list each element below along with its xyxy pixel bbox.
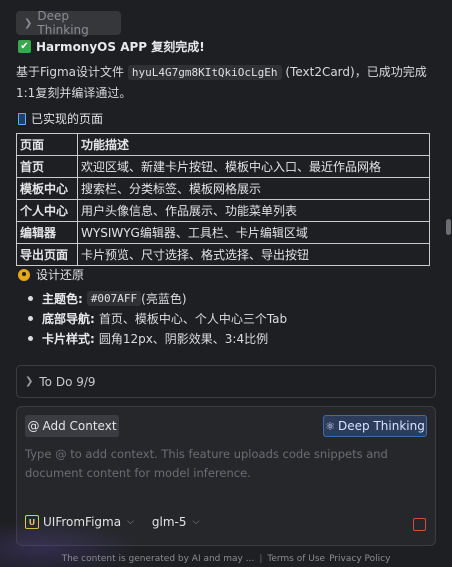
table-row: 首页 欢迎区域、新建卡片按钮、模板中心入口、最近作品网格 [16, 155, 430, 178]
table-header-page: 页面 [16, 133, 78, 156]
table-row: 导出页面 卡片预览、尺寸选择、格式选择、导出按钮 [16, 243, 430, 266]
table-cell-description: 搜索栏、分类标签、模板网格展示 [77, 177, 430, 200]
theme-color-code: #007AFF [86, 290, 142, 306]
scrollbar-thumb[interactable] [446, 219, 451, 235]
model-selector[interactable]: glm-5 ⌵ [152, 515, 199, 529]
at-sign-icon: @ [27, 419, 40, 433]
deep-thinking-button[interactable]: ⚛ Deep Thinking [323, 415, 427, 437]
chat-scroll-area[interactable]: ❯ Deep Thinking ✔ HarmonyOS APP 复刻完成! 基于… [0, 0, 452, 360]
atom-icon: ⚛ [325, 419, 336, 433]
model-name: glm-5 [151, 515, 187, 529]
palette-icon [18, 268, 30, 281]
completion-heading: ✔ HarmonyOS APP 复刻完成! [18, 38, 205, 55]
intro-paragraph: 基于Figma设计文件 hyuL4G7gm8KItQkiOcLgEh (Text… [16, 62, 440, 103]
table-cell-description: 欢迎区域、新建卡片按钮、模板中心入口、最近作品网格 [77, 155, 430, 178]
list-item: 主题色: #007AFF (亮蓝色) [28, 288, 287, 308]
deep-thinking-toggle[interactable]: ❯ Deep Thinking [16, 9, 121, 37]
pages-section-title: 已实现的页面 [16, 110, 103, 127]
table-cell-description: WYSIWYG编辑器、工具栏、卡片编辑区域 [77, 221, 430, 244]
bullet-text: 圆角12px、阴影效果、3:4比例 [98, 331, 269, 346]
chevron-down-icon: ⌵ [192, 517, 200, 527]
design-bullet-list: 主题色: #007AFF (亮蓝色) 底部导航: 首页、模板中心、个人中心三个T… [28, 288, 287, 348]
figma-file-id: hyuL4G7gm8KItQkiOcLgEh [127, 65, 282, 80]
stop-button[interactable] [413, 518, 426, 531]
table-row: 个人中心 用户头像信息、作品展示、功能菜单列表 [16, 199, 430, 222]
bullet-label: 底部导航: [42, 311, 95, 326]
todo-count: 9/9 [76, 374, 96, 389]
check-mark-icon: ✔ [18, 40, 31, 53]
deep-thinking-button-label: Deep Thinking [338, 419, 425, 433]
table-header-row: 页面 功能描述 [16, 133, 430, 156]
table-header-description: 功能描述 [77, 133, 430, 156]
add-context-button[interactable]: @ Add Context [25, 415, 119, 437]
chevron-right-icon: ❯ [25, 376, 34, 387]
bullet-label: 主题色: [42, 291, 83, 306]
list-item: 卡片样式: 圆角12px、阴影效果、3:4比例 [28, 328, 287, 348]
mobile-phone-icon [18, 112, 26, 125]
design-section-label: 设计还原 [36, 268, 85, 282]
design-section-title: 设计还原 [16, 266, 84, 283]
footer-divider: | [259, 554, 263, 564]
bullet-text: 首页、模板中心、个人中心三个Tab [98, 311, 288, 326]
table-cell-page: 个人中心 [16, 199, 78, 222]
footer: The content is generated by AI and may .… [0, 551, 452, 567]
chevron-right-icon: ❯ [24, 17, 33, 29]
table-cell-page: 首页 [16, 155, 78, 178]
pages-section-label: 已实现的页面 [31, 112, 104, 126]
table-cell-description: 用户头像信息、作品展示、功能菜单列表 [77, 199, 430, 222]
todo-panel-toggle[interactable]: ❯ To Do 9/9 [16, 365, 436, 398]
deep-thinking-label: Deep Thinking [37, 9, 89, 37]
table-cell-description: 卡片预览、尺寸选择、格式选择、导出按钮 [77, 243, 430, 266]
table-row: 编辑器 WYSIWYG编辑器、工具栏、卡片编辑区域 [16, 221, 430, 244]
completion-text: HarmonyOS APP 复刻完成! [36, 40, 205, 54]
table-cell-page: 编辑器 [16, 221, 78, 244]
add-context-label: Add Context [42, 419, 117, 433]
table-row: 模板中心 搜索栏、分类标签、模板网格展示 [16, 177, 430, 200]
todo-label: To Do [39, 374, 73, 389]
ai-disclaimer: The content is generated by AI and may .… [61, 554, 255, 564]
pages-table: 页面 功能描述 首页 欢迎区域、新建卡片按钮、模板中心入口、最近作品网格 模板中… [16, 133, 430, 266]
privacy-link[interactable]: Privacy Policy [329, 554, 390, 564]
table-cell-page: 导出页面 [16, 243, 78, 266]
bullet-label: 卡片样式: [42, 331, 95, 346]
intro-prefix: 基于Figma设计文件 [16, 65, 128, 79]
table-cell-page: 模板中心 [16, 177, 78, 200]
bullet-text: (亮蓝色) [141, 291, 187, 306]
list-item: 底部导航: 首页、模板中心、个人中心三个Tab [28, 308, 287, 328]
terms-link[interactable]: Terms of Use [267, 554, 325, 564]
message-input[interactable]: Type @ to add context. This feature uplo… [25, 445, 425, 483]
